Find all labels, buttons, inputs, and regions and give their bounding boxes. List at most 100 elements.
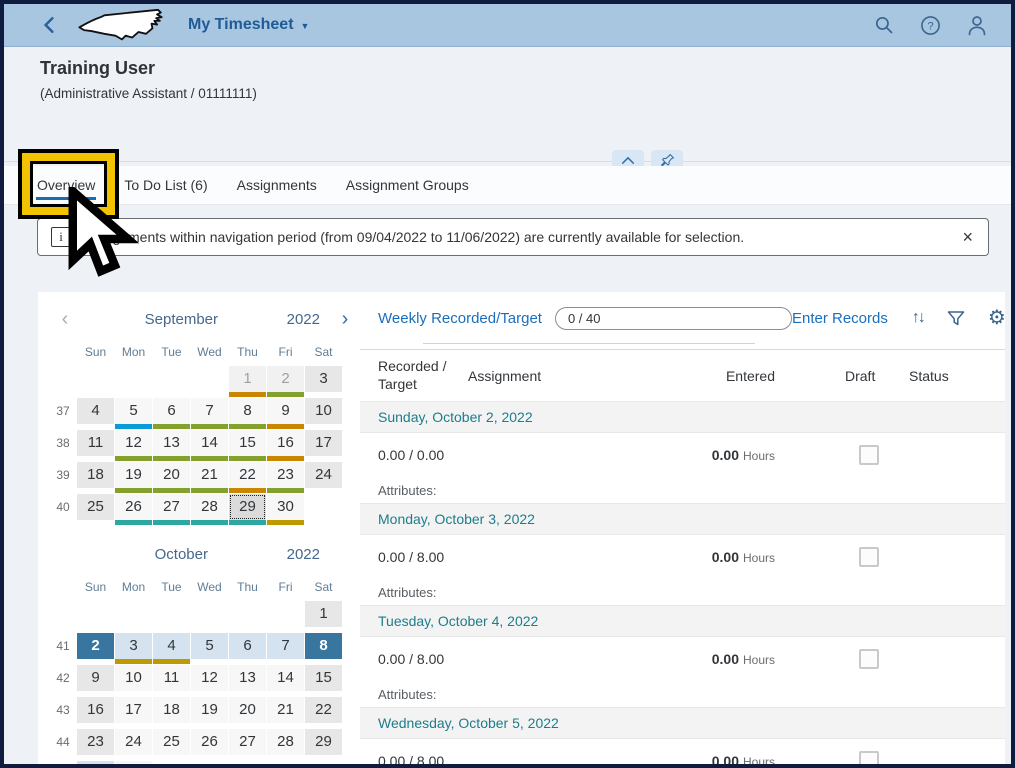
calendar-day-16[interactable]: 16	[77, 697, 114, 728]
enter-records-link[interactable]: Enter Records	[792, 310, 888, 327]
calendar-day-19[interactable]: 19	[115, 462, 152, 493]
calendar-day-2[interactable]: 2	[77, 633, 114, 664]
calendar-day-16[interactable]: 16	[267, 430, 304, 461]
calendar-day-12[interactable]: 12	[115, 430, 152, 461]
draft-checkbox[interactable]	[859, 649, 879, 669]
day-group-header[interactable]: Wednesday, October 5, 2022	[360, 707, 1005, 739]
day-status-bar	[305, 659, 342, 664]
weekly-recorded-target-input[interactable]	[555, 307, 792, 330]
day-group-header[interactable]: Monday, October 3, 2022	[360, 503, 1005, 535]
calendar-day-7[interactable]: 7	[191, 398, 228, 429]
calendar-day-17[interactable]: 17	[115, 697, 152, 728]
timesheet-row[interactable]: 0.00 / 8.000.00Hours	[360, 535, 1005, 579]
calendar-day-8[interactable]: 8	[229, 398, 266, 429]
search-icon[interactable]	[874, 15, 894, 35]
calendar-day-13[interactable]: 13	[229, 665, 266, 696]
calendar-day-18[interactable]: 18	[153, 697, 190, 728]
calendar-day-25[interactable]: 25	[77, 494, 114, 525]
calendar-day-20[interactable]: 20	[229, 697, 266, 728]
draft-checkbox[interactable]	[859, 547, 879, 567]
person-icon[interactable]	[967, 15, 987, 36]
calendar-day-29[interactable]: 29	[305, 729, 342, 760]
calendar-day-9[interactable]: 9	[77, 665, 114, 696]
prev-month-icon[interactable]: ‹	[54, 308, 76, 331]
calendar-day-22[interactable]: 22	[229, 462, 266, 493]
calendar-day-25[interactable]: 25	[153, 729, 190, 760]
calendar-day-9[interactable]: 9	[267, 398, 304, 429]
calendar-day-30[interactable]: 30	[77, 761, 114, 764]
draft-checkbox[interactable]	[859, 445, 879, 465]
calendar-day-8[interactable]: 8	[305, 633, 342, 664]
tab-overview[interactable]: Overview	[37, 166, 95, 204]
calendar-day-29[interactable]: 29	[229, 494, 266, 525]
day-group-header[interactable]: Sunday, October 2, 2022	[360, 401, 1005, 433]
timesheet-row[interactable]: 0.00 / 8.000.00Hours	[360, 637, 1005, 681]
calendar-day-1[interactable]: 1	[229, 366, 266, 397]
calendar-year-label[interactable]: 2022	[287, 311, 320, 328]
day-number: 13	[229, 665, 266, 691]
next-month-icon[interactable]: ›	[334, 308, 356, 331]
close-icon[interactable]: ×	[962, 228, 973, 246]
day-group-header[interactable]: Tuesday, October 4, 2022	[360, 605, 1005, 637]
calendar-day-24[interactable]: 24	[305, 462, 342, 493]
calendar-day-23[interactable]: 23	[77, 729, 114, 760]
calendar-day-10[interactable]: 10	[115, 665, 152, 696]
calendar-month-label[interactable]: October	[76, 546, 287, 563]
calendar-day-26[interactable]: 26	[191, 729, 228, 760]
calendar-day-31[interactable]: 31	[115, 761, 152, 764]
calendar-day-4[interactable]: 4	[153, 633, 190, 664]
calendar-day-21[interactable]: 21	[191, 462, 228, 493]
settings-icon[interactable]: ⚙	[988, 308, 1005, 328]
calendar-day-26[interactable]: 26	[115, 494, 152, 525]
calendar-day-15[interactable]: 15	[305, 665, 342, 696]
calendar-day-30[interactable]: 30	[267, 494, 304, 525]
calendar-day-22[interactable]: 22	[305, 697, 342, 728]
calendar-month-label[interactable]: September	[76, 311, 287, 328]
calendar-day-13[interactable]: 13	[153, 430, 190, 461]
calendar-day-21[interactable]: 21	[267, 697, 304, 728]
calendar-day-6[interactable]: 6	[153, 398, 190, 429]
calendar-day-28[interactable]: 28	[191, 494, 228, 525]
calendar-day-6[interactable]: 6	[229, 633, 266, 664]
calendar-day-19[interactable]: 19	[191, 697, 228, 728]
tab-assignments[interactable]: Assignments	[237, 166, 317, 204]
calendar-day-14[interactable]: 14	[191, 430, 228, 461]
calendar-day-20[interactable]: 20	[153, 462, 190, 493]
weekly-recorded-target-link[interactable]: Weekly Recorded/Target	[378, 310, 542, 327]
calendar-day-23[interactable]: 23	[267, 462, 304, 493]
app-title[interactable]: My Timesheet ▼	[188, 16, 309, 34]
calendar-day-5[interactable]: 5	[115, 398, 152, 429]
calendar-day-17[interactable]: 17	[305, 430, 342, 461]
calendar-day-7[interactable]: 7	[267, 633, 304, 664]
calendar-day-5[interactable]: 5	[191, 633, 228, 664]
draft-cell	[845, 547, 909, 567]
timesheet-row[interactable]: 0.00 / 8.000.00Hours	[360, 739, 1005, 764]
calendar-day-18[interactable]: 18	[77, 462, 114, 493]
calendar-day-3[interactable]: 3	[305, 366, 342, 397]
calendar-day-10[interactable]: 10	[305, 398, 342, 429]
calendar-day-11[interactable]: 11	[153, 665, 190, 696]
calendar-day-4[interactable]: 4	[77, 398, 114, 429]
sort-icon[interactable]: ↑↓	[912, 309, 924, 327]
calendar-day-3[interactable]: 3	[115, 633, 152, 664]
calendar-day-24[interactable]: 24	[115, 729, 152, 760]
calendar-day-1[interactable]: 1	[305, 601, 342, 632]
help-icon[interactable]: ?	[920, 15, 941, 36]
calendar-day-27[interactable]: 27	[153, 494, 190, 525]
filter-icon[interactable]	[947, 310, 965, 327]
calendar-day-2[interactable]: 2	[267, 366, 304, 397]
calendar-day-11[interactable]: 11	[77, 430, 114, 461]
calendar-day-15[interactable]: 15	[229, 430, 266, 461]
tab-to-do-list[interactable]: To Do List (6)	[124, 166, 207, 204]
calendar-day-28[interactable]: 28	[267, 729, 304, 760]
info-message-text: Assignments within navigation period (fr…	[86, 229, 962, 245]
calendar-day-14[interactable]: 14	[267, 665, 304, 696]
tab-assignment-groups[interactable]: Assignment Groups	[346, 166, 469, 204]
back-icon[interactable]	[42, 16, 56, 34]
day-status-bar	[191, 488, 228, 493]
timesheet-row[interactable]: 0.00 / 0.000.00Hours	[360, 433, 1005, 477]
calendar-year-label[interactable]: 2022	[287, 546, 320, 563]
draft-checkbox[interactable]	[859, 751, 879, 764]
calendar-day-12[interactable]: 12	[191, 665, 228, 696]
calendar-day-27[interactable]: 27	[229, 729, 266, 760]
